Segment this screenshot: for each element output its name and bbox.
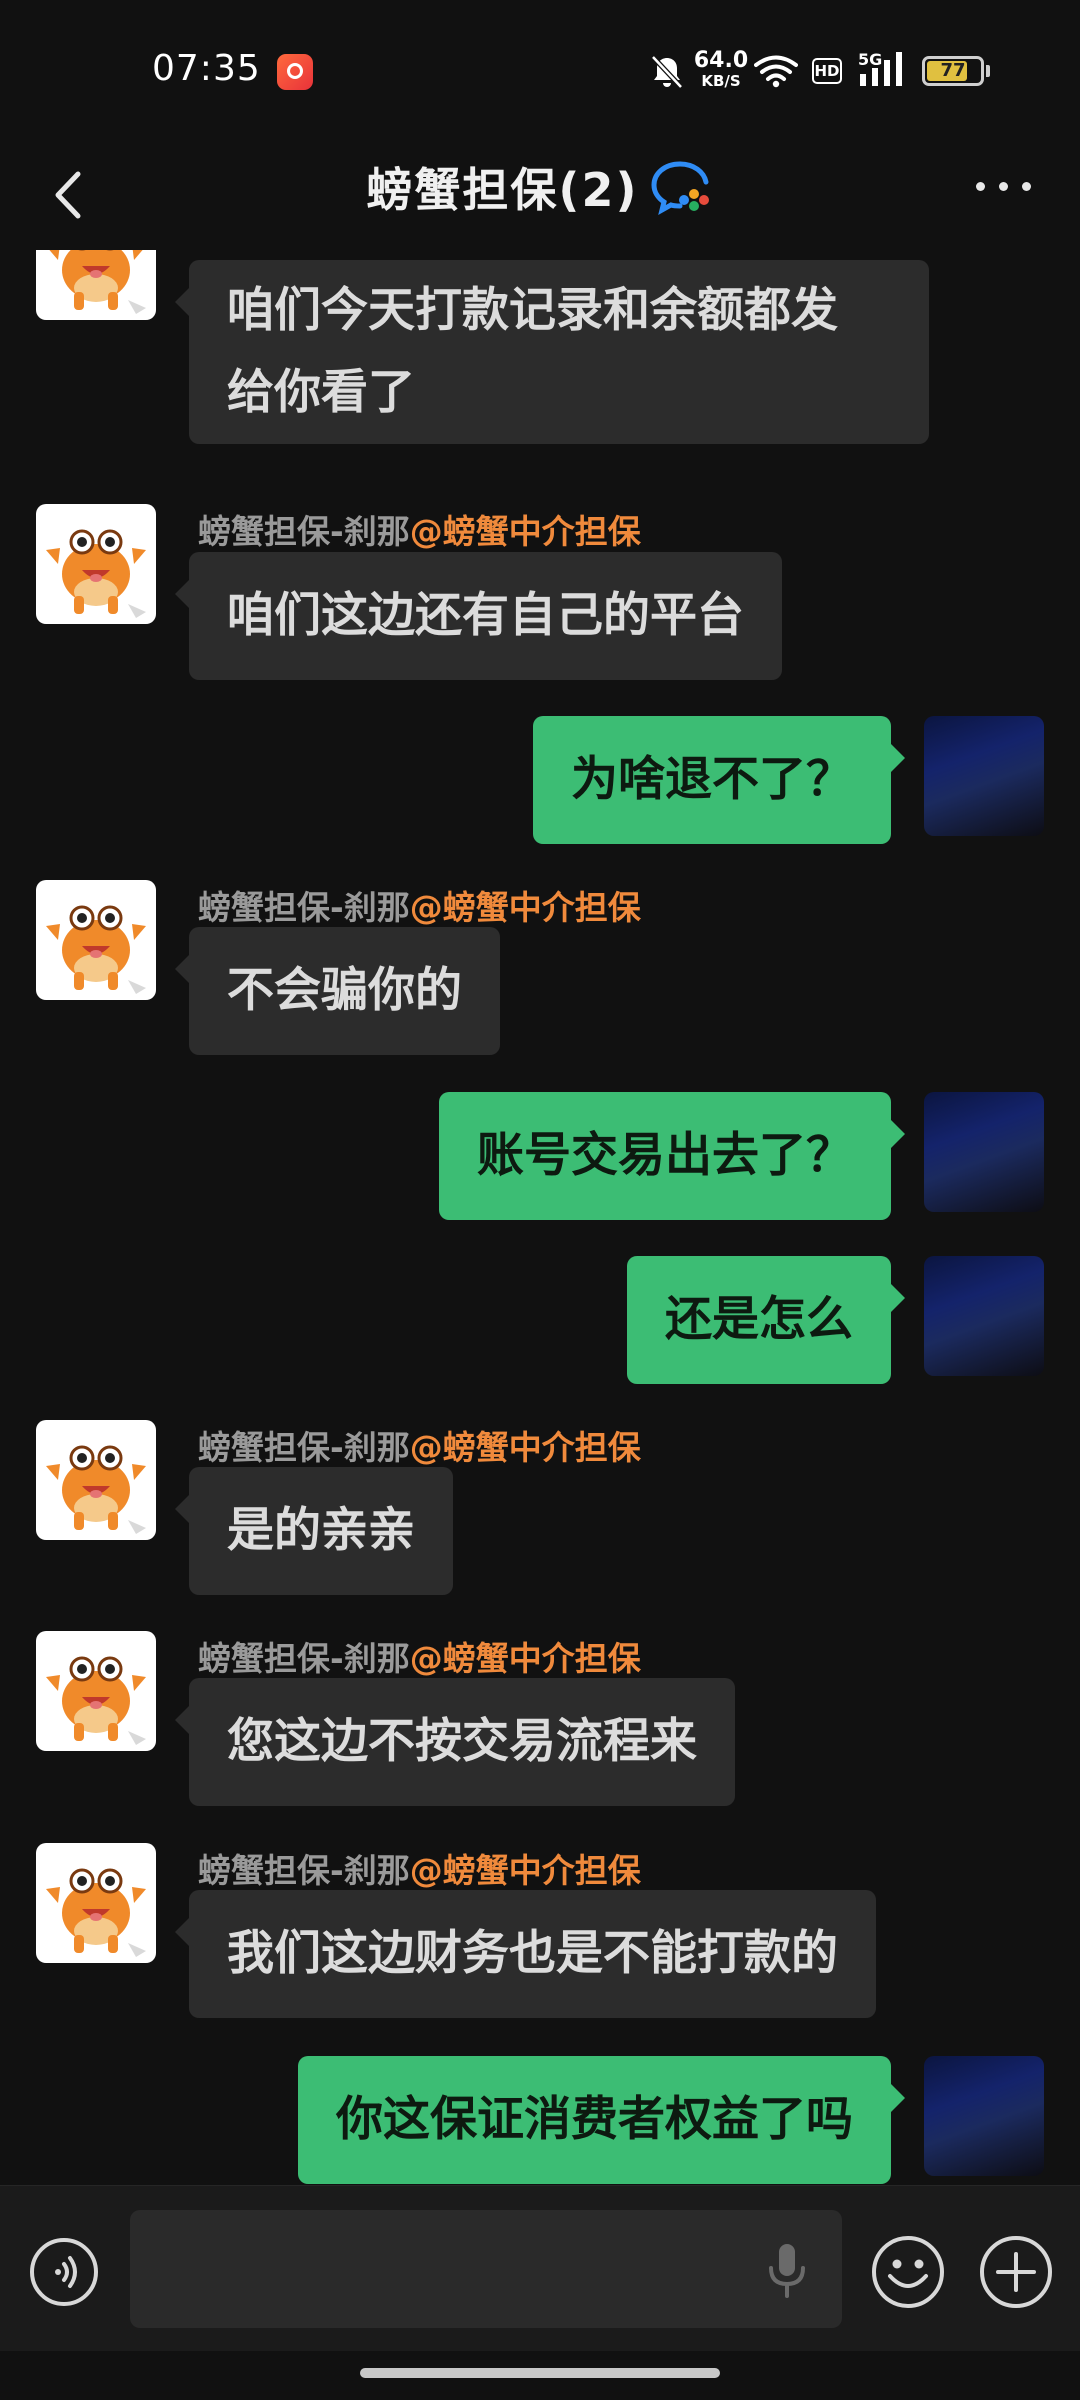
message-bubble-outgoing[interactable]: 还是怎么 (627, 1256, 905, 1384)
crab-mascot-icon (49, 250, 146, 314)
crab-avatar[interactable] (36, 250, 156, 320)
battery-level: 77 (940, 60, 966, 81)
message-list[interactable]: 咱们今天打款记录和余额都发 给你看了 螃蟹担保-刹那@螃蟹中介担保 咱们这边还有… (0, 250, 1080, 2185)
title-wrap: 螃蟹担保(2) (0, 154, 1080, 220)
sender-name: 螃蟹担保-刹那 (198, 1851, 410, 1890)
sender-label: 螃蟹担保-刹那@螃蟹中介担保 (198, 1421, 641, 1469)
message-bubble-outgoing[interactable]: 你这保证消费者权益了吗 (298, 2056, 905, 2184)
sender-name: 螃蟹担保-刹那 (198, 888, 410, 927)
enterprise-chat-icon (651, 161, 709, 215)
sender-name: 螃蟹担保-刹那 (198, 512, 410, 551)
net-speed: 64.0 KB/S (693, 50, 749, 89)
sender-tag[interactable]: @螃蟹中介担保 (410, 1428, 641, 1467)
message-line: 咱们今天打款记录和余额都发 (227, 283, 838, 338)
sender-name: 螃蟹担保-刹那 (198, 1428, 410, 1467)
status-time: 07:35 (152, 48, 261, 89)
message-bubble-incoming[interactable]: 我们这边财务也是不能打款的 (175, 1890, 876, 2018)
app-notification-icon (277, 54, 313, 90)
message-bubble-outgoing[interactable]: 账号交易出去了？ (439, 1092, 905, 1220)
battery-icon: 77 (922, 56, 984, 86)
net-speed-value: 64.0 (693, 48, 749, 73)
crab-mascot-icon (46, 905, 146, 994)
message-bubble-incoming[interactable]: 咱们今天打款记录和余额都发 给你看了 (175, 260, 929, 444)
plus-icon[interactable] (978, 2234, 1054, 2310)
sender-tag[interactable]: @螃蟹中介担保 (410, 888, 641, 927)
user-avatar[interactable] (924, 1256, 1044, 1376)
home-indicator[interactable] (360, 2368, 720, 2378)
bell-off-icon (651, 55, 683, 89)
crab-avatar[interactable] (36, 880, 156, 1000)
crab-avatar[interactable] (36, 1631, 156, 1751)
crab-avatar[interactable] (36, 1420, 156, 1540)
sender-label: 螃蟹担保-刹那@螃蟹中介担保 (198, 1632, 641, 1680)
emoji-icon[interactable] (870, 2234, 946, 2310)
crab-mascot-icon (46, 1656, 146, 1745)
crab-mascot-icon (46, 529, 146, 618)
sender-tag[interactable]: @螃蟹中介担保 (410, 1851, 641, 1890)
message-bubble-incoming[interactable]: 不会骗你的 (175, 927, 500, 1055)
user-avatar[interactable] (924, 1092, 1044, 1212)
crab-mascot-icon (46, 1868, 146, 1957)
status-bar: 07:35 64.0 KB/S HD 5G 77 (0, 0, 1080, 140)
sender-label: 螃蟹担保-刹那@螃蟹中介担保 (198, 881, 641, 929)
user-avatar[interactable] (924, 2056, 1044, 2176)
crab-avatar[interactable] (36, 1843, 156, 1963)
message-bubble-incoming[interactable]: 是的亲亲 (175, 1467, 453, 1595)
message-input[interactable] (130, 2210, 842, 2328)
crab-avatar[interactable] (36, 504, 156, 624)
message-bubble-incoming[interactable]: 咱们这边还有自己的平台 (175, 552, 782, 680)
sender-label: 螃蟹担保-刹那@螃蟹中介担保 (198, 505, 641, 553)
sender-name: 螃蟹担保-刹那 (198, 1639, 410, 1678)
sender-tag[interactable]: @螃蟹中介担保 (410, 1639, 641, 1678)
hd-badge: HD (812, 58, 842, 84)
message-line: 给你看了 (227, 365, 415, 420)
chat-screen: 07:35 64.0 KB/S HD 5G 77 螃蟹担保(2) 咱们今天打款记… (0, 0, 1080, 2400)
microphone-icon[interactable] (762, 2242, 812, 2298)
signal-icon (860, 52, 902, 86)
input-bar (0, 2185, 1080, 2351)
crab-mascot-icon (46, 1445, 146, 1534)
voice-input-icon[interactable] (28, 2236, 100, 2308)
more-options-button[interactable] (970, 162, 1040, 212)
sender-label: 螃蟹担保-刹那@螃蟹中介担保 (198, 1844, 641, 1892)
battery-cap (986, 65, 990, 77)
sender-tag[interactable]: @螃蟹中介担保 (410, 512, 641, 551)
net-speed-unit: KB/S (701, 72, 741, 90)
user-avatar[interactable] (924, 716, 1044, 836)
message-bubble-incoming[interactable]: 您这边不按交易流程来 (175, 1678, 735, 1806)
chat-header: 螃蟹担保(2) (0, 140, 1080, 250)
message-bubble-outgoing[interactable]: 为啥退不了？ (533, 716, 905, 844)
wifi-icon (754, 55, 798, 88)
chat-title[interactable]: 螃蟹担保(2) (366, 154, 638, 220)
